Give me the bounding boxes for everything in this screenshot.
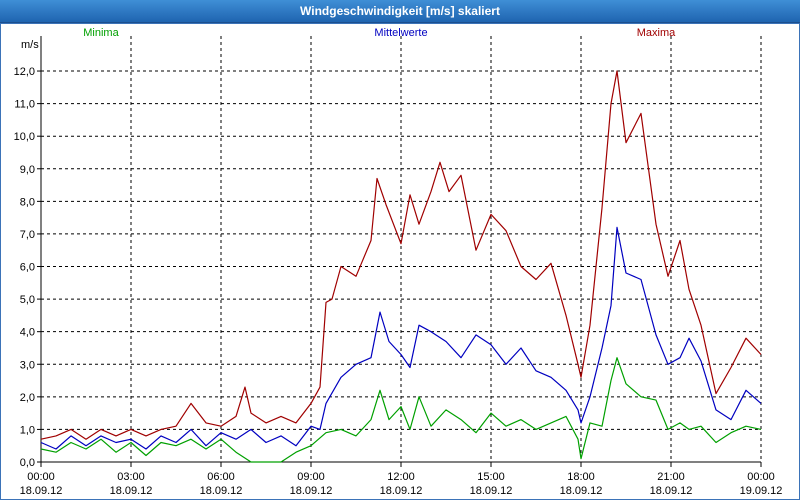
- x-tick-label-date: 18.09.12: [110, 485, 153, 497]
- y-tick-label: 0,0: [20, 457, 35, 469]
- y-axis-label: m/s: [21, 39, 39, 51]
- y-tick-label: 10,0: [14, 131, 35, 143]
- x-tick-label-time: 21:00: [657, 471, 685, 483]
- y-tick-label: 3,0: [20, 359, 35, 371]
- chart-title-bar: Windgeschwindigkeit [m/s] skaliert: [0, 0, 800, 23]
- x-tick-label-time: 09:00: [297, 471, 325, 483]
- x-tick-label-time: 06:00: [207, 471, 235, 483]
- x-tick-label-date: 18.09.12: [200, 485, 243, 497]
- x-tick-label-time: 18:00: [567, 471, 595, 483]
- y-tick-label: 7,0: [20, 229, 35, 241]
- legend-mittelwerte: Mittelwerte: [374, 27, 427, 39]
- wind-speed-chart: 0,0 1,0 2,0 3,0 4,0 5,0 6,0 7,0 8,0 9,0 10,0 11,0 12…: [14, 27, 783, 497]
- chart-panel: 0,0 1,0 2,0 3,0 4,0 5,0 6,0 7,0 8,0 9,0 10,0 11,0 12…: [0, 23, 800, 500]
- y-tick-label: 5,0: [20, 294, 35, 306]
- legend-minima: Minima: [83, 27, 119, 39]
- window-title: Windgeschwindigkeit [m/s] skaliert: [300, 4, 500, 18]
- x-tick-label-date: 18.09.12: [380, 485, 423, 497]
- x-tick-label-time: 15:00: [477, 471, 505, 483]
- y-tick-label: 11,0: [14, 99, 35, 111]
- y-tick-label: 12,0: [14, 66, 35, 78]
- y-tick-label: 1,0: [20, 424, 35, 436]
- y-tick-label: 9,0: [20, 164, 35, 176]
- x-tick-label-date: 18.09.12: [650, 485, 693, 497]
- x-tick-label-date: 19.09.12: [740, 485, 783, 497]
- x-tick-label-time: 00:00: [747, 471, 775, 483]
- y-tick-label: 4,0: [20, 327, 35, 339]
- x-tick-label-time: 12:00: [387, 471, 415, 483]
- legend-maxima: Maxima: [637, 27, 676, 39]
- y-tick-label: 8,0: [20, 196, 35, 208]
- x-tick-label-time: 00:00: [27, 471, 55, 483]
- x-tick-label-date: 18.09.12: [470, 485, 513, 497]
- x-tick-label-date: 18.09.12: [290, 485, 333, 497]
- x-tick-label-date: 18.09.12: [20, 485, 63, 497]
- y-tick-label: 2,0: [20, 392, 35, 404]
- x-tick-label-date: 18.09.12: [560, 485, 603, 497]
- x-tick-label-time: 03:00: [117, 471, 145, 483]
- y-tick-label: 6,0: [20, 262, 35, 274]
